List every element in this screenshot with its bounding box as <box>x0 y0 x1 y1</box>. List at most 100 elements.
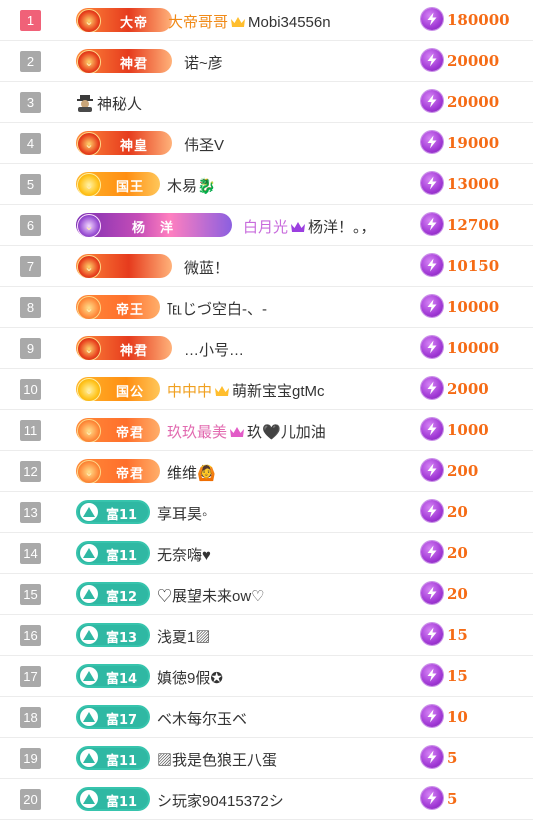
table-row[interactable]: 10 ⌄ 国公 中中中 萌新宝宝gtMc 2000 <box>0 369 533 410</box>
noble-badge: ⌄ 国王 <box>76 172 160 196</box>
username[interactable]: ▨我是色狼王八蛋 <box>157 749 277 770</box>
username[interactable]: 享耳昊◦ <box>157 503 207 524</box>
badge-label: 神皇 <box>120 139 149 154</box>
contribution-amount: 12700 <box>447 216 500 234</box>
rank-number: 14 <box>20 543 41 564</box>
username[interactable]: 维维🙆 <box>167 462 216 483</box>
table-row[interactable]: 9 ⌄ 神君 …小号… 10000 <box>0 328 533 369</box>
table-row[interactable]: 2 ⌄ 神君 诺~彦 20000 <box>0 41 533 82</box>
contribution-amount: 20 <box>447 503 468 521</box>
username[interactable]: 诺~彦 <box>184 52 223 73</box>
lightning-coin-icon <box>421 582 443 604</box>
username[interactable]: 伟圣V <box>184 134 224 155</box>
rank-number: 2 <box>20 51 41 72</box>
username[interactable]: …小号… <box>184 339 244 360</box>
lightning-coin-icon <box>421 8 443 30</box>
table-row[interactable]: 13 富11 享耳昊◦ 20 <box>0 492 533 533</box>
badge-label: 富11 <box>106 754 138 769</box>
lightning-coin-icon <box>421 131 443 153</box>
noble-badge: ⌄ 杨 洋 <box>76 213 232 237</box>
rank-number: 20 <box>20 789 41 810</box>
lightning-coin-icon <box>421 500 443 522</box>
username[interactable]: 中中中 萌新宝宝gtMc <box>167 380 325 401</box>
badge-label: 神君 <box>120 344 149 359</box>
username-text: 玖🖤儿加油 <box>247 424 326 441</box>
table-row[interactable]: 8 ⌄ 帝王 ℡じづ空白-、- 10000 <box>0 287 533 328</box>
noble-badge: ⌄ 神君 <box>76 49 172 73</box>
lightning-coin-icon <box>421 705 443 727</box>
username[interactable]: 无奈嗨♥ <box>157 544 211 565</box>
table-row[interactable]: 14 富11 无奈嗨♥ 20 <box>0 533 533 574</box>
table-row[interactable]: 12 ⌄ 帝君 维维🙆 200 <box>0 451 533 492</box>
badge-label: 大帝 <box>120 16 149 31</box>
contribution-amount: 5 <box>447 749 458 767</box>
username[interactable]: 微蓝！ <box>184 257 229 278</box>
rank-number: 10 <box>20 379 41 400</box>
contribution-amount: 1000 <box>447 421 489 439</box>
username[interactable]: シ玩家90415372シ <box>157 790 284 811</box>
wealth-level-icon <box>80 585 98 603</box>
noble-emblem-icon: ⌄ <box>77 132 101 155</box>
username-text: 无奈嗨♥ <box>157 547 211 564</box>
table-row[interactable]: 5 ⌄ 国王 木易🐉 13000 <box>0 164 533 205</box>
lightning-coin-icon <box>421 459 443 481</box>
wealth-level-icon <box>80 626 98 644</box>
rank-number: 6 <box>20 215 41 236</box>
noble-name-prefix: 中中中 <box>167 383 213 400</box>
lightning-coin-icon <box>421 541 443 563</box>
username[interactable]: 木易🐉 <box>167 175 216 196</box>
wealth-level-icon <box>80 790 98 808</box>
table-row[interactable]: 11 ⌄ 帝君 玖玖最美 玖🖤儿加油 1000 <box>0 410 533 451</box>
contribution-amount: 19000 <box>447 134 500 152</box>
username[interactable]: 神秘人 <box>76 93 142 114</box>
username-text: ℡じづ空白-、- <box>167 301 267 318</box>
username-text: …小号… <box>184 342 245 359</box>
rank-number: 3 <box>20 92 41 113</box>
rank-number: 13 <box>20 502 41 523</box>
noble-emblem-icon: ⌄ <box>77 214 101 237</box>
rank-number: 1 <box>20 10 41 31</box>
username-text: 萌新宝宝gtMc <box>232 383 325 400</box>
lightning-coin-icon <box>421 623 443 645</box>
noble-badge: ⌄ 大帝 <box>76 8 172 32</box>
badge-label: 富14 <box>106 672 138 687</box>
username[interactable]: ♡展望未来ow♡ <box>157 585 265 606</box>
username[interactable]: 浅夏1▨ <box>157 626 210 647</box>
table-row[interactable]: 4 ⌄ 神皇 伟圣V 19000 <box>0 123 533 164</box>
table-row[interactable]: 19 富11 ▨我是色狼王八蛋 5 <box>0 738 533 779</box>
lightning-coin-icon <box>421 213 443 235</box>
table-row[interactable]: 18 富17 ベ木每尔玉ベ 10 <box>0 697 533 738</box>
noble-badge: 富12 <box>76 582 150 606</box>
table-row[interactable]: 16 富13 浅夏1▨ 15 <box>0 615 533 656</box>
username[interactable]: 玖玖最美 玖🖤儿加油 <box>167 421 326 442</box>
noble-emblem-icon: ⌄ <box>77 173 101 196</box>
rank-number: 7 <box>20 256 41 277</box>
table-row[interactable]: 7 ⌄ 微蓝！ 10150 <box>0 246 533 287</box>
username[interactable]: 大帝哥哥 Mobi34556n <box>168 11 331 32</box>
contribution-amount: 10 <box>447 708 468 726</box>
crown-icon <box>214 384 230 396</box>
table-row[interactable]: 6 ⌄ 杨 洋 白月光 杨洋！。， 12700 <box>0 205 533 246</box>
username[interactable]: 嫃徳9假✪ <box>157 667 223 688</box>
badge-label: 帝王 <box>116 303 145 318</box>
lightning-coin-icon <box>421 295 443 317</box>
table-row[interactable]: 17 富14 嫃徳9假✪ 15 <box>0 656 533 697</box>
table-row[interactable]: 3 神秘人 20000 <box>0 82 533 123</box>
username[interactable]: ベ木每尔玉ベ <box>157 708 247 729</box>
table-row[interactable]: 20 富11 シ玩家90415372シ 5 <box>0 779 533 820</box>
contribution-amount: 13000 <box>447 175 500 193</box>
lightning-coin-icon <box>421 90 443 112</box>
username-text: 享耳昊◦ <box>157 506 208 523</box>
table-row[interactable]: 15 富12 ♡展望未来ow♡ 20 <box>0 574 533 615</box>
wealth-level-icon <box>80 708 98 726</box>
lightning-coin-icon <box>421 254 443 276</box>
username-text: 木易🐉 <box>167 178 216 195</box>
badge-label: 富13 <box>106 631 138 646</box>
username-text: シ玩家90415372シ <box>157 793 284 810</box>
username-text: 嫃徳9假✪ <box>157 670 223 687</box>
lightning-coin-icon <box>421 787 443 809</box>
noble-emblem-icon: ⌄ <box>77 255 101 278</box>
table-row[interactable]: 1 ⌄ 大帝 大帝哥哥 Mobi34556n 180000 <box>0 0 533 41</box>
username[interactable]: 白月光 杨洋！。， <box>243 216 376 237</box>
username[interactable]: ℡じづ空白-、- <box>167 298 267 319</box>
